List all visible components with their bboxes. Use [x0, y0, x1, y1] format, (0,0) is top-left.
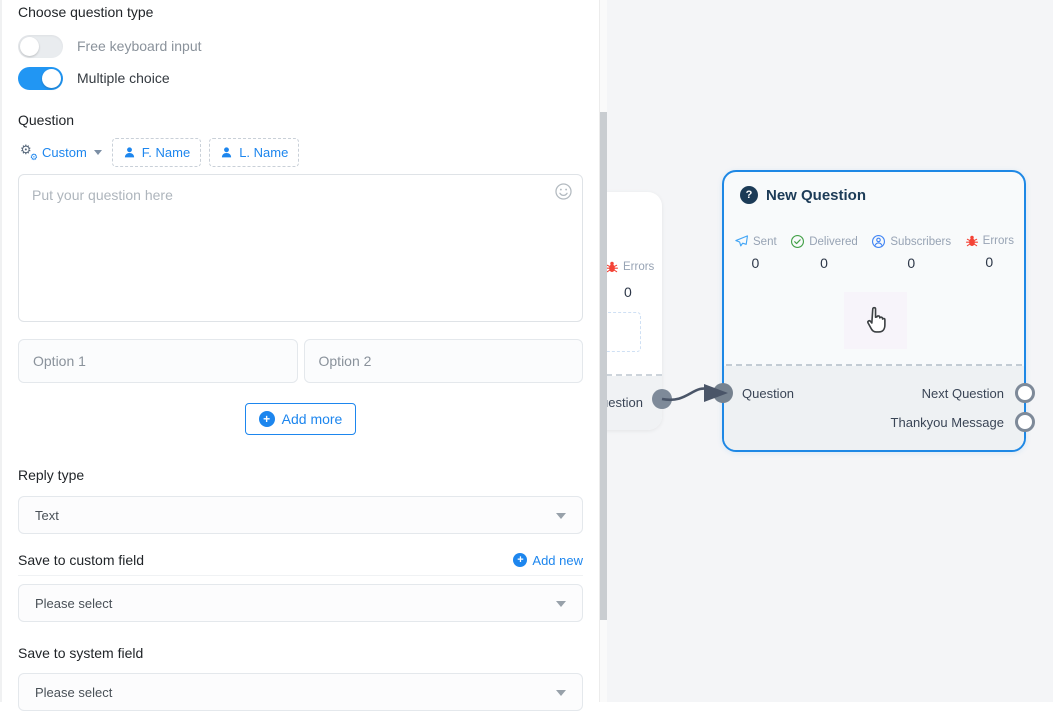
- question-label: Question: [18, 112, 583, 128]
- save-system-field-label: Save to system field: [18, 645, 583, 661]
- chevron-down-icon: [556, 690, 566, 696]
- output-port-label-thankyou-message: Thankyou Message: [891, 415, 1004, 430]
- add-more-wrap: + Add more: [18, 403, 583, 435]
- custom-field-value: Please select: [35, 596, 112, 611]
- output-port-thankyou-message[interactable]: [1015, 412, 1035, 432]
- stat-subscribers-value: 0: [907, 255, 915, 271]
- scrollbar-thumb[interactable]: [600, 112, 607, 620]
- stat-sent-label: Sent: [753, 236, 777, 248]
- input-port-label: Question: [742, 386, 794, 401]
- bug-icon: [607, 260, 619, 274]
- add-more-button[interactable]: + Add more: [245, 403, 357, 435]
- option-2-input[interactable]: [304, 339, 584, 383]
- bug-icon: [965, 234, 979, 248]
- smiley-icon: [554, 182, 573, 201]
- flow-canvas[interactable]: Errors 0 uestion ? New Question Sent 0: [607, 0, 1053, 702]
- multiple-choice-toggle[interactable]: [18, 67, 63, 90]
- person-icon: [123, 146, 136, 159]
- partial-question-node[interactable]: Errors 0 uestion: [607, 192, 662, 430]
- edge-path: [662, 389, 711, 400]
- stat-delivered: Delivered 0: [790, 234, 858, 271]
- add-more-label: Add more: [282, 411, 343, 427]
- question-text-wrap: [18, 174, 583, 327]
- last-name-token-label: L. Name: [239, 145, 288, 160]
- emoji-picker-button[interactable]: [554, 182, 573, 201]
- add-new-label: Add new: [532, 553, 583, 568]
- system-field-select[interactable]: Please select: [18, 673, 583, 711]
- panel-scrollbar[interactable]: [600, 0, 607, 702]
- stat-subscribers-label: Subscribers: [890, 236, 951, 248]
- multiple-choice-toggle-label: Multiple choice: [77, 70, 170, 86]
- reply-type-value: Text: [35, 508, 59, 523]
- gears-icon: ⚙⚙: [20, 144, 37, 160]
- stat-sent: Sent 0: [734, 234, 777, 271]
- node-header: ? New Question: [740, 186, 866, 204]
- free-keyboard-toggle-label: Free keyboard input: [77, 38, 202, 54]
- toggle-knob: [20, 37, 39, 56]
- cursor-highlight-box: [844, 292, 907, 349]
- free-keyboard-toggle-row: Free keyboard input: [18, 34, 583, 58]
- add-new-custom-field-button[interactable]: + Add new: [513, 553, 583, 568]
- hand-cursor-icon: [862, 306, 890, 336]
- plus-circle-icon: +: [513, 553, 527, 567]
- stat-subscribers: Subscribers 0: [871, 234, 951, 271]
- custom-field-select[interactable]: Please select: [18, 584, 583, 622]
- node-footer: [724, 366, 1024, 450]
- node-title: New Question: [766, 187, 866, 204]
- reply-type-select[interactable]: Text: [18, 496, 583, 534]
- system-field-value: Please select: [35, 685, 112, 700]
- partial-errors-label: Errors: [623, 261, 654, 273]
- chevron-down-icon: [556, 601, 566, 607]
- person-icon: [220, 146, 233, 159]
- stat-errors-value: 0: [985, 254, 993, 270]
- first-name-token-label: F. Name: [142, 145, 190, 160]
- check-circle-icon: [790, 234, 805, 249]
- partial-option-box: [607, 312, 641, 352]
- output-port-label-next-question: Next Question: [922, 386, 1004, 401]
- question-mark-icon: ?: [740, 186, 758, 204]
- partial-errors-value: 0: [624, 284, 632, 300]
- custom-token-dropdown-button[interactable]: ⚙⚙ Custom: [18, 140, 104, 164]
- partial-port-label-clipped: uestion: [607, 395, 643, 410]
- node-stats-row: Sent 0 Delivered 0: [734, 234, 1014, 271]
- last-name-token-button[interactable]: L. Name: [209, 138, 299, 167]
- custom-token-label: Custom: [42, 145, 87, 160]
- chevron-down-icon: [94, 150, 102, 155]
- paper-plane-icon: [734, 234, 749, 249]
- partial-node-errors-stat: Errors: [607, 260, 654, 274]
- options-row: [18, 339, 583, 383]
- input-port-question[interactable]: [713, 383, 733, 403]
- multiple-choice-toggle-row: Multiple choice: [18, 66, 583, 90]
- stat-delivered-value: 0: [820, 255, 828, 271]
- save-custom-field-header: Save to custom field + Add new: [18, 552, 583, 576]
- save-custom-field-label: Save to custom field: [18, 552, 144, 568]
- output-port-next-question[interactable]: [1015, 383, 1035, 403]
- free-keyboard-toggle[interactable]: [18, 35, 63, 58]
- choose-question-type-label: Choose question type: [18, 4, 583, 20]
- subscriber-icon: [871, 234, 886, 249]
- new-question-node[interactable]: ? New Question Sent 0 De: [722, 170, 1026, 452]
- question-text-input[interactable]: [18, 174, 583, 322]
- question-settings-panel: Choose question type Free keyboard input…: [0, 0, 600, 702]
- plus-circle-icon: +: [259, 411, 275, 427]
- merge-token-row: ⚙⚙ Custom F. Name L. Name: [18, 138, 583, 166]
- reply-type-label: Reply type: [18, 467, 583, 483]
- stat-sent-value: 0: [751, 255, 759, 271]
- chevron-down-icon: [556, 513, 566, 519]
- stat-errors-label: Errors: [983, 235, 1014, 247]
- option-1-input[interactable]: [18, 339, 298, 383]
- first-name-token-button[interactable]: F. Name: [112, 138, 201, 167]
- stat-delivered-label: Delivered: [809, 236, 858, 248]
- stat-errors: Errors 0: [965, 234, 1014, 271]
- toggle-knob: [42, 69, 61, 88]
